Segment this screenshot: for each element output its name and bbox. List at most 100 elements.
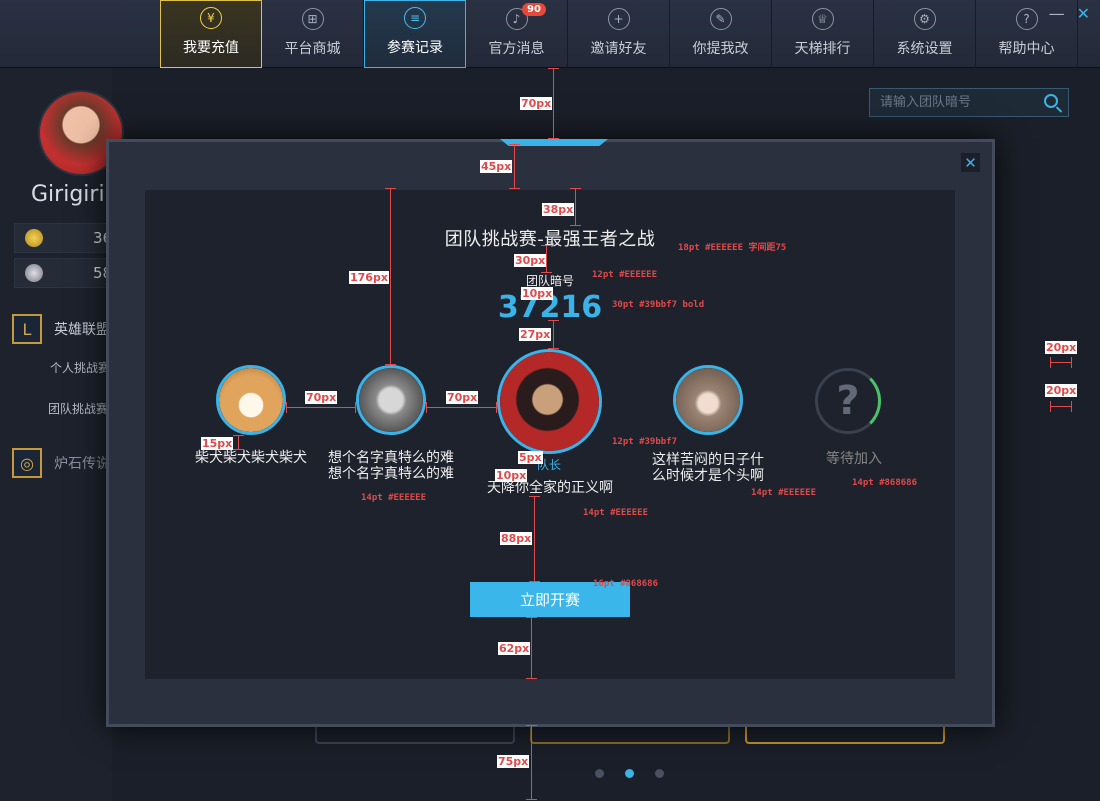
spacing-label: 38px	[542, 203, 575, 216]
spacing-marker	[509, 144, 520, 189]
spacing-marker	[1050, 357, 1072, 368]
yen-icon: ¥	[200, 7, 222, 29]
spacing-label: 30px	[514, 254, 547, 267]
font-spec: 14pt #868686	[852, 478, 918, 488]
spacing-marker	[548, 320, 559, 349]
spacing-label: 176px	[349, 271, 389, 284]
spacing-label: 10px	[521, 287, 554, 300]
spacing-marker	[426, 402, 497, 413]
help-icon: ?	[1015, 8, 1038, 30]
pencil-icon: ✎	[709, 8, 732, 30]
spacing-label: 62px	[498, 642, 531, 655]
member-name-captain: 天降你全家的正义啊	[487, 480, 613, 496]
spacing-marker	[286, 402, 356, 413]
modal-title: 团队挑战赛-最强王者之战	[444, 229, 656, 250]
spacing-label: 75px	[497, 755, 530, 768]
font-spec: 30pt #39bbf7 bold	[612, 300, 705, 310]
search-icon[interactable]	[1044, 94, 1058, 108]
nav-label: 系统设置	[896, 41, 953, 57]
spacing-marker	[529, 496, 540, 582]
spacing-label: 20px	[1045, 341, 1078, 354]
nav-settings[interactable]: ⚙ 系统设置	[874, 0, 976, 68]
member-name-1: 柴犬柴犬柴犬柴犬	[195, 450, 307, 466]
member-name-4: 这样苦闷的日子什么时候才是个头啊	[652, 452, 764, 484]
carousel-dot[interactable]	[655, 769, 664, 778]
nav-label: 你提我改	[692, 41, 749, 57]
gear-icon: ⚙	[913, 8, 936, 30]
unread-badge: 90	[522, 3, 546, 16]
spacing-label: 88px	[500, 532, 533, 545]
avatar	[676, 368, 740, 432]
member-name-2: 想个名字真特么的难想个名字真特么的难	[328, 450, 454, 482]
font-spec: 18pt #EEEEEE 字间距75	[678, 243, 787, 253]
nav-recharge[interactable]: ¥ 我要充值	[160, 0, 262, 68]
spacing-label: 10px	[495, 469, 528, 482]
username: Girigiri	[31, 182, 105, 207]
sidebar: Girigiri 36 584 L 英雄联盟 个人挑战赛 团队挑战赛 ◎ 炉石传…	[0, 68, 124, 801]
sidebar-item-team[interactable]: 团队挑战赛	[48, 400, 108, 417]
trophy-icon: ♕	[811, 8, 834, 30]
minimize-button[interactable]: —	[1049, 4, 1065, 23]
spacing-marker	[570, 188, 581, 226]
nav-invite-friends[interactable]: + 邀请好友	[568, 0, 670, 68]
game-label: 炉石传说	[54, 456, 110, 472]
spacing-marker	[526, 617, 537, 679]
avatar	[219, 368, 283, 432]
spacing-marker	[385, 188, 396, 365]
member-avatar-2[interactable]	[356, 365, 426, 435]
font-spec: 14pt #EEEEEE	[583, 508, 649, 518]
nav-label: 帮助中心	[998, 41, 1055, 57]
waiting-progress-ring	[815, 368, 881, 434]
spacing-marker	[1050, 401, 1072, 412]
sidebar-item-solo[interactable]: 个人挑战赛	[50, 359, 110, 376]
font-spec: 14pt #EEEEEE	[751, 488, 817, 498]
nav-label: 天梯排行	[794, 41, 851, 57]
waiting-label: 等待加入	[826, 451, 882, 467]
window-controls: — ✕	[1049, 4, 1090, 23]
spacing-marker	[526, 725, 537, 800]
nav-ladder-ranking[interactable]: ♕ 天梯排行	[772, 0, 874, 68]
font-spec: 14pt #EEEEEE	[361, 493, 427, 503]
nav-label: 平台商城	[284, 41, 341, 57]
modal-close-button[interactable]: ✕	[961, 153, 980, 172]
spacing-marker	[233, 435, 244, 450]
nav-label: 我要充值	[183, 40, 239, 56]
sidebar-game-hearthstone[interactable]: ◎ 炉石传说	[0, 448, 112, 478]
nav-official-news[interactable]: ♪ 90 官方消息	[466, 0, 568, 68]
member-avatar-4[interactable]	[673, 365, 743, 435]
spacing-label: 45px	[480, 160, 513, 173]
spacing-marker	[548, 68, 559, 139]
spacing-label: 15px	[201, 437, 234, 450]
captain-avatar[interactable]	[497, 349, 602, 454]
font-spec: 12pt #EEEEEE	[592, 270, 658, 280]
spacing-label: 27px	[519, 328, 552, 341]
cart-icon: ⊞	[301, 8, 324, 30]
nav-store[interactable]: ⊞ 平台商城	[262, 0, 364, 68]
font-spec: 16pt #868686	[593, 579, 659, 589]
top-nav-bar: ¥ 我要充值 ⊞ 平台商城 ≡ 参赛记录 ♪ 90 官方消息 + 邀请好友 ✎ …	[0, 0, 1100, 68]
spacing-label: 70px	[520, 97, 553, 110]
search-input[interactable]	[880, 95, 1040, 110]
team-code-search	[869, 88, 1069, 117]
window-close-button[interactable]: ✕	[1077, 4, 1090, 23]
carousel-dots	[595, 769, 664, 778]
nav-label: 官方消息	[488, 41, 545, 57]
carousel-dot[interactable]	[595, 769, 604, 778]
carousel-dot[interactable]	[625, 769, 634, 778]
spacing-label: 5px	[518, 451, 543, 464]
avatar	[359, 368, 423, 432]
spacing-label: 70px	[305, 391, 338, 404]
spacing-label: 70px	[446, 391, 479, 404]
document-icon: ≡	[404, 7, 426, 29]
nav-label: 邀请好友	[590, 41, 647, 57]
hearthstone-icon: ◎	[12, 448, 42, 478]
nav-label: 参赛记录	[387, 40, 443, 56]
spacing-label: 20px	[1045, 384, 1078, 397]
nav-feedback[interactable]: ✎ 你提我改	[670, 0, 772, 68]
nav-match-records[interactable]: ≡ 参赛记录	[364, 0, 466, 68]
main-nav: ¥ 我要充值 ⊞ 平台商城 ≡ 参赛记录 ♪ 90 官方消息 + 邀请好友 ✎ …	[160, 0, 1078, 68]
font-spec: 12pt #39bbf7	[612, 437, 678, 447]
avatar	[500, 352, 599, 451]
add-friend-icon: +	[607, 8, 630, 30]
member-avatar-1[interactable]	[216, 365, 286, 435]
